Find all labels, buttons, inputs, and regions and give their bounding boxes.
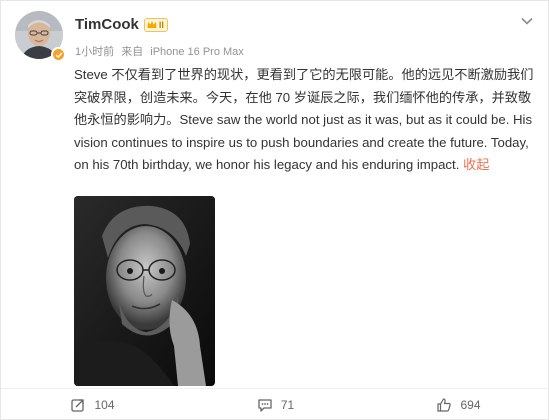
verified-icon <box>51 47 66 62</box>
repost-button[interactable]: 104 <box>1 389 184 420</box>
crown-icon <box>147 20 157 28</box>
collapse-link[interactable]: 收起 <box>463 157 489 172</box>
weibo-post-card: TimCook II 1小时前 来自 iPhone 16 Pro Max Ste… <box>0 0 549 420</box>
thumbs-up-icon <box>437 397 452 412</box>
member-badge[interactable]: II <box>143 17 168 32</box>
repost-count: 104 <box>94 397 115 412</box>
comment-icon <box>258 398 272 412</box>
post-text: Steve 不仅看到了世界的现状，更看到了它的无限可能。他的远见不断激励我们突破… <box>74 64 536 177</box>
portrait-image <box>74 196 215 386</box>
post-photo[interactable] <box>74 196 215 386</box>
author-row: TimCook II <box>75 16 168 33</box>
action-bar: 104 71 694 <box>1 388 549 420</box>
post-meta: 1小时前 来自 iPhone 16 Pro Max <box>75 43 244 59</box>
source-prefix: 来自 <box>121 46 144 58</box>
repost-icon <box>71 398 85 412</box>
like-count: 694 <box>460 397 481 412</box>
post-time[interactable]: 1小时前 <box>75 46 114 58</box>
badge-level: II <box>158 19 164 30</box>
author-name[interactable]: TimCook <box>75 16 139 33</box>
comment-count: 71 <box>280 397 295 412</box>
chevron-down-icon[interactable] <box>520 13 534 31</box>
comment-button[interactable]: 71 <box>184 389 367 420</box>
like-button[interactable]: 694 <box>367 389 549 420</box>
post-device: iPhone 16 Pro Max <box>150 46 244 58</box>
